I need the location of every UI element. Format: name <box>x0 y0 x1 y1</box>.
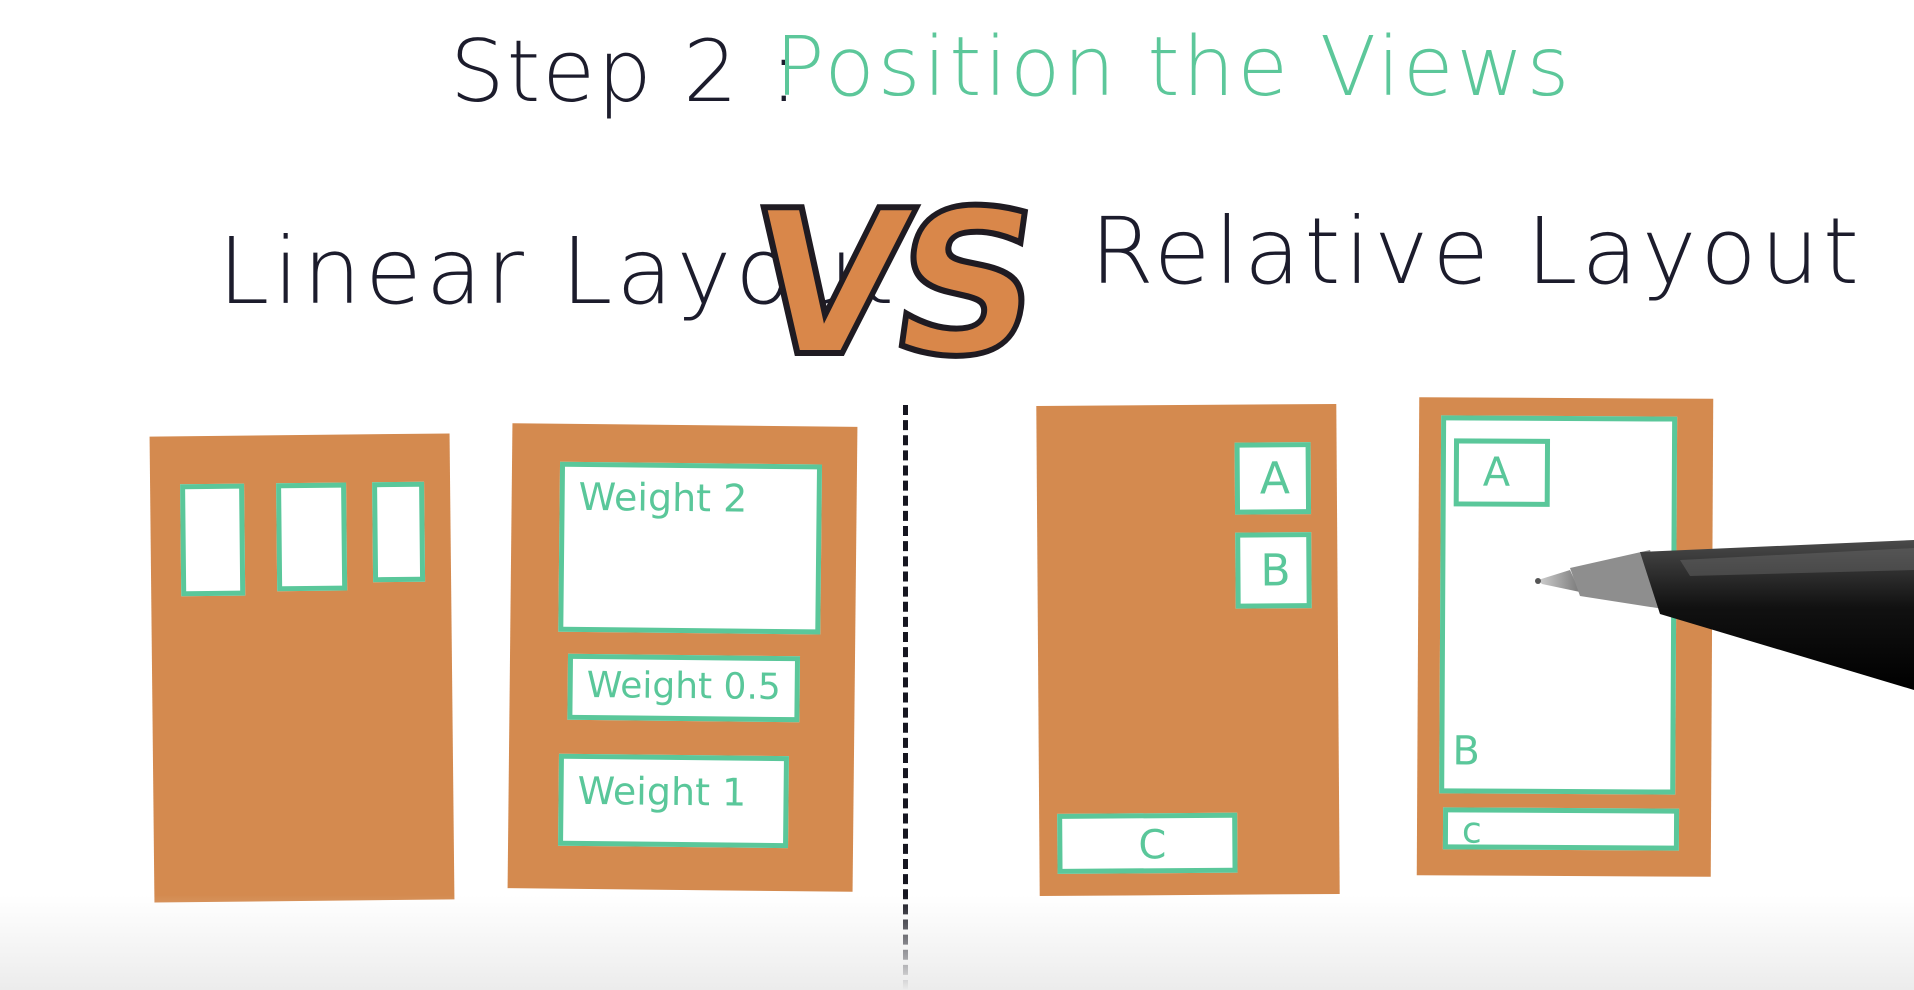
relative-child-view-c: c <box>1442 807 1680 852</box>
stylus-pen-icon <box>1535 540 1914 690</box>
relative-child-a-label: A <box>1482 449 1511 496</box>
relative-layout-heading: Relative Layout <box>1090 198 1863 305</box>
title-accent: Position the Views <box>775 20 1573 115</box>
relative-layout-panel-1: A B C <box>1036 403 1340 897</box>
vs-label: VS <box>733 165 1047 404</box>
linear-view-2 <box>276 482 348 592</box>
weight-0-5-label: Weight 0.5 <box>586 664 782 709</box>
relative-view-b-label: B <box>1260 545 1291 597</box>
relative-view-a: A <box>1234 442 1312 515</box>
relative-child-view-a: A <box>1453 438 1551 507</box>
relative-child-c-label: c <box>1461 810 1482 852</box>
linear-view-1 <box>180 483 246 597</box>
weight-1-view: Weight 1 <box>558 753 789 849</box>
weight-1-label: Weight 1 <box>577 768 747 815</box>
relative-child-b-label: B <box>1452 728 1480 775</box>
relative-view-c-label: C <box>1138 822 1167 869</box>
weight-2-label: Weight 2 <box>578 474 748 521</box>
bottom-shadow <box>0 895 1914 990</box>
weight-0-5-view: Weight 0.5 <box>567 653 801 723</box>
linear-layout-panel-horizontal <box>149 433 455 903</box>
relative-view-c: C <box>1057 812 1238 874</box>
relative-view-a-label: A <box>1259 453 1291 505</box>
linear-view-3 <box>372 481 426 583</box>
title-step: Step 2 : <box>450 22 801 122</box>
weight-2-view: Weight 2 <box>558 461 823 635</box>
relative-view-b: B <box>1235 532 1312 609</box>
linear-layout-panel-weighted: Weight 2 Weight 0.5 Weight 1 <box>507 423 858 892</box>
